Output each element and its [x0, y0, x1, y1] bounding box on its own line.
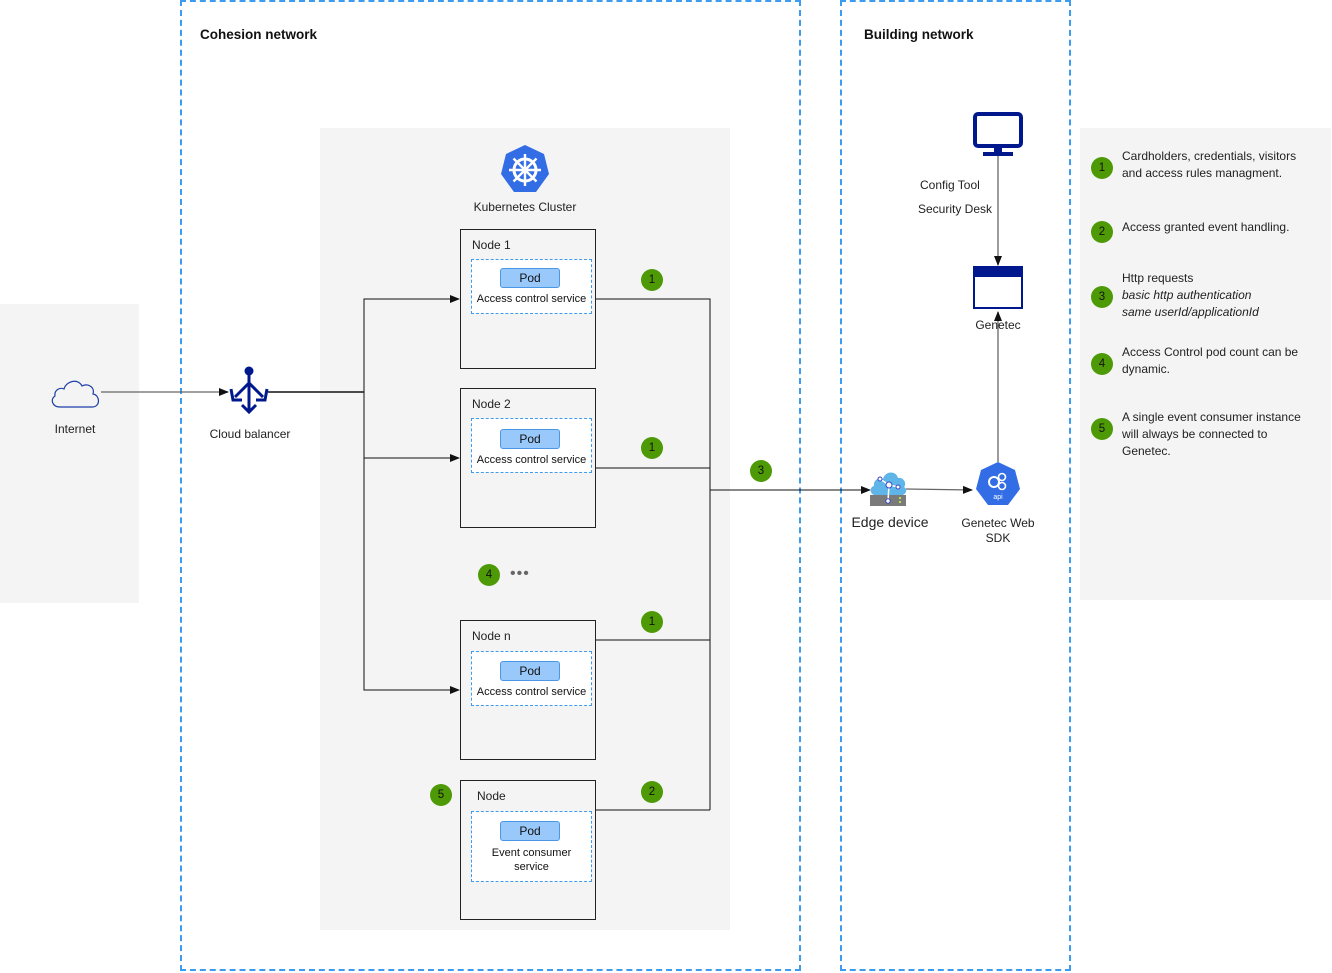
pod-chip[interactable]: Pod — [500, 821, 560, 841]
legend-item: Cardholders, credentials, visitors and a… — [1122, 148, 1296, 182]
edge-device-icon — [870, 472, 907, 506]
step-badge: 2 — [641, 781, 663, 803]
pod-container: Pod Event consumer service — [471, 811, 592, 882]
genetec-web-sdk-label: Genetec Web SDK — [961, 516, 1035, 545]
api-icon: api — [976, 462, 1020, 505]
pod-container: Pod Access control service — [471, 259, 592, 314]
pod-container: Pod Access control service — [471, 418, 592, 473]
config-tool-label: Config Tool — [920, 178, 980, 192]
step-badge: 1 — [641, 611, 663, 633]
node-2[interactable]: Node 2 Pod Access control service — [460, 388, 596, 528]
node-1[interactable]: Node 1 Pod Access control service — [460, 229, 596, 369]
cloud-icon — [51, 380, 100, 408]
security-desk-label: Security Desk — [918, 202, 993, 216]
legend-item: Access Control pod count can be dynamic. — [1122, 344, 1298, 378]
genetec-web-sdk-node[interactable]: api — [974, 461, 1022, 507]
internet-label: Internet — [54, 422, 96, 436]
kubernetes-cluster-node[interactable] — [499, 144, 551, 194]
edge-balancer-node2 — [363, 392, 460, 462]
step-badge: 5 — [430, 784, 452, 806]
edge-balancer-node1 — [363, 295, 460, 392]
pod-service-label: Access control service — [476, 293, 587, 305]
pod-chip[interactable]: Pod — [500, 429, 560, 449]
application-window-icon — [973, 266, 1023, 309]
cloud-balancer-node[interactable] — [228, 365, 270, 417]
edge-balancer-noden — [363, 458, 460, 694]
cloud-balancer-label: Cloud balancer — [209, 427, 291, 441]
pod-chip[interactable]: Pod — [500, 661, 560, 681]
step-badge: 1 — [641, 269, 663, 291]
node-title: Node 2 — [472, 397, 511, 411]
genetec-label: Genetec — [975, 318, 1021, 332]
node-title: Node 1 — [472, 238, 511, 252]
step-badge: 1 — [641, 437, 663, 459]
pod-service-label: Event consumer service — [491, 847, 572, 873]
svg-text:api: api — [993, 494, 1003, 501]
pod-chip[interactable]: Pod — [500, 268, 560, 288]
legend-line: dynamic. — [1122, 362, 1171, 376]
node-n[interactable]: Node n Pod Access control service — [460, 620, 596, 760]
connector-lines — [101, 156, 1002, 811]
legend-item: A single event consumer instance will al… — [1122, 409, 1301, 460]
node-title: Node n — [472, 629, 511, 643]
legend-badge: 5 — [1091, 418, 1113, 440]
edge-node1-bus — [596, 298, 711, 810]
more-nodes-ellipsis: ••• — [510, 565, 530, 582]
event-consumer-node[interactable]: Node Pod Event consumer service — [460, 780, 596, 920]
legend-badge: 1 — [1091, 157, 1113, 179]
kubernetes-cluster-label: Kubernetes Cluster — [473, 200, 577, 214]
step-badge: 4 — [478, 564, 500, 586]
node-title: Node — [477, 789, 506, 803]
step-badge: 3 — [750, 460, 772, 482]
legend-item: Http requests basic http authentication … — [1122, 270, 1259, 321]
workstation-node[interactable] — [973, 112, 1023, 158]
legend-badge: 4 — [1091, 353, 1113, 375]
legend-line: Access Control pod count can be — [1122, 345, 1299, 359]
pod-service-label: Access control service — [476, 454, 587, 466]
legend-line: same userId/applicationId — [1122, 305, 1259, 319]
pod-service-label: Access control service — [476, 686, 587, 698]
legend-badge: 2 — [1091, 221, 1113, 243]
edge-edgedevice-sdk — [905, 485, 973, 494]
legend-line: Cardholders, credentials, visitors — [1122, 149, 1297, 163]
legend-line: A single event consumer instance — [1122, 410, 1301, 424]
legend-line: Access granted event handling. — [1122, 220, 1290, 234]
kubernetes-icon — [501, 145, 549, 192]
internet-node[interactable] — [48, 374, 104, 410]
edge-device-label: Edge device — [851, 514, 929, 530]
legend-item: Access granted event handling. — [1122, 219, 1289, 236]
legend-line: Http requests — [1122, 271, 1194, 285]
load-balancer-icon — [229, 366, 269, 415]
edge-device-node[interactable] — [869, 467, 907, 507]
legend-badge: 3 — [1091, 286, 1113, 308]
genetec-node[interactable] — [973, 266, 1023, 309]
legend-line: Genetec. — [1122, 444, 1171, 458]
legend-line: and access rules managment. — [1122, 166, 1283, 180]
legend-line: will always be connected to — [1122, 427, 1268, 441]
pod-container: Pod Access control service — [471, 651, 592, 706]
legend-line: basic http authentication — [1122, 288, 1252, 302]
monitor-icon — [973, 112, 1023, 156]
